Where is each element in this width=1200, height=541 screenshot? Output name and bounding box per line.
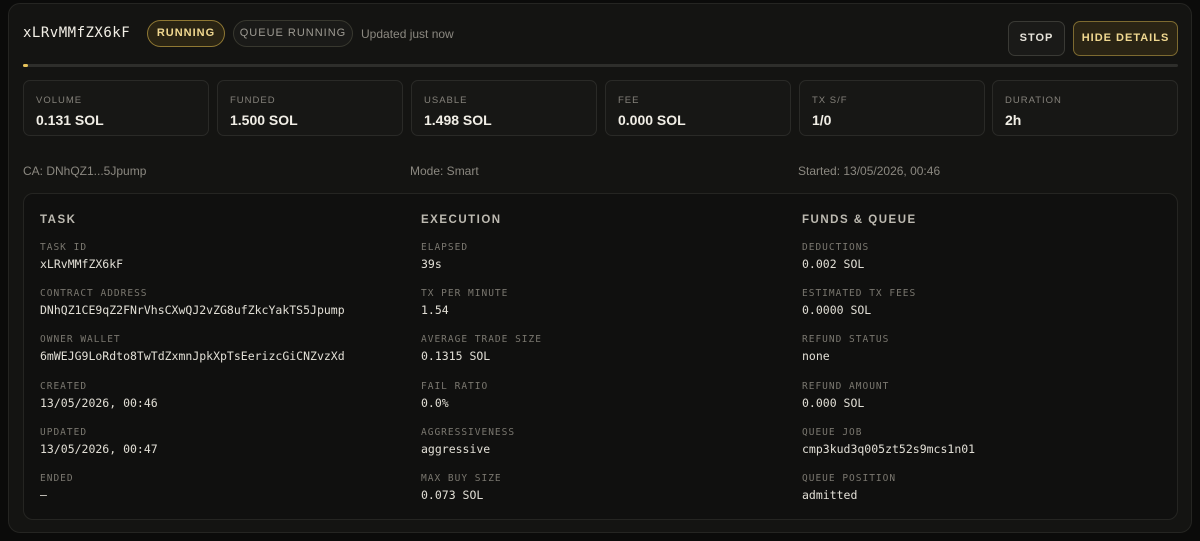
stat-value: 1.500 SOL (230, 112, 298, 128)
field-label: AGGRESSIVENESS (421, 427, 516, 438)
details-panel: TASK TASK ID xLRvMMfZX6kF CONTRACT ADDRE… (23, 193, 1178, 520)
updated-text: Updated just now (361, 27, 454, 41)
stats-row: VOLUME 0.131 SOL FUNDED 1.500 SOL USABLE… (23, 80, 1178, 136)
field-label: DEDUCTIONS (802, 242, 870, 253)
stat-value: 2h (1005, 112, 1022, 128)
hide-details-button[interactable]: HIDE DETAILS (1073, 21, 1178, 56)
mode-text: Mode: Smart (410, 164, 479, 178)
field-value: aggressive (421, 442, 491, 456)
stat-value: 1.498 SOL (424, 112, 492, 128)
stat-label: USABLE (424, 95, 468, 106)
stat-card-fee: FEE 0.000 SOL (605, 80, 791, 136)
column-heading: FUNDS & QUEUE (802, 214, 917, 226)
queue-status-badge: QUEUE RUNNING (233, 20, 353, 47)
stat-value: 1/0 (812, 112, 832, 128)
task-name: xLRvMMfZX6kF (23, 25, 131, 41)
field-value: 0.000 SOL (802, 396, 865, 410)
field-value: none (802, 349, 830, 363)
field-label: ESTIMATED TX FEES (802, 288, 917, 299)
field-value: admitted (802, 488, 858, 502)
field-label: AVERAGE TRADE SIZE (421, 334, 542, 345)
stat-label: FEE (618, 95, 640, 106)
field-label: QUEUE POSITION (802, 473, 897, 484)
progress-bar (23, 64, 1178, 67)
stat-value: 0.131 SOL (36, 112, 104, 128)
stop-button[interactable]: STOP (1008, 21, 1065, 56)
status-badge: RUNNING (147, 20, 225, 47)
field-label: REFUND STATUS (802, 334, 890, 345)
field-label: CONTRACT ADDRESS (40, 288, 148, 299)
task-header: xLRvMMfZX6kF RUNNING QUEUE RUNNING Updat… (23, 17, 1178, 57)
field-value: cmp3kud3q005zt52s9mcs1n01 (802, 442, 976, 456)
stat-label: FUNDED (230, 95, 276, 106)
field-value: 1.54 (421, 303, 449, 317)
field-value: 0.0000 SOL (802, 303, 872, 317)
field-value: DNhQZ1CE9qZ2FNrVhsCXwQJ2vZG8ufZkcYakTS5J… (40, 303, 345, 317)
stat-label: VOLUME (36, 95, 83, 106)
progress-fill (23, 64, 28, 67)
field-label: ENDED (40, 473, 74, 484)
stat-label: DURATION (1005, 95, 1062, 106)
contract-address-short: CA: DNhQZ1...5Jpump (23, 164, 147, 178)
field-value: 39s (421, 257, 442, 271)
field-label: UPDATED (40, 427, 88, 438)
field-value: 0.0% (421, 396, 449, 410)
field-value: xLRvMMfZX6kF (40, 257, 124, 271)
column-heading: TASK (40, 214, 77, 226)
field-label: CREATED (40, 381, 88, 392)
field-label: TASK ID (40, 242, 88, 253)
field-value: 0.002 SOL (802, 257, 865, 271)
field-value: 6mWEJG9LoRdto8TwTdZxmnJpkXpTsEerizcGiCNZ… (40, 349, 345, 363)
field-label: MAX BUY SIZE (421, 473, 502, 484)
field-label: TX PER MINUTE (421, 288, 509, 299)
field-label: ELAPSED (421, 242, 469, 253)
field-label: OWNER WALLET (40, 334, 121, 345)
field-value: — (40, 488, 47, 502)
field-label: REFUND AMOUNT (802, 381, 890, 392)
field-value: 0.1315 SOL (421, 349, 491, 363)
stat-label: TX S/F (812, 95, 848, 106)
stat-value: 0.000 SOL (618, 112, 686, 128)
stat-card-volume: VOLUME 0.131 SOL (23, 80, 209, 136)
field-label: QUEUE JOB (802, 427, 863, 438)
column-heading: EXECUTION (421, 214, 502, 226)
field-value: 13/05/2026, 00:46 (40, 396, 158, 410)
started-text: Started: 13/05/2026, 00:46 (798, 164, 941, 178)
stat-card-usable: USABLE 1.498 SOL (411, 80, 597, 136)
field-label: FAIL RATIO (421, 381, 489, 392)
stat-card-funded: FUNDED 1.500 SOL (217, 80, 403, 136)
field-value: 0.073 SOL (421, 488, 484, 502)
stat-card-duration: DURATION 2h (992, 80, 1178, 136)
stat-card-tx: TX S/F 1/0 (799, 80, 985, 136)
field-value: 13/05/2026, 00:47 (40, 442, 158, 456)
task-panel: xLRvMMfZX6kF RUNNING QUEUE RUNNING Updat… (8, 3, 1192, 533)
